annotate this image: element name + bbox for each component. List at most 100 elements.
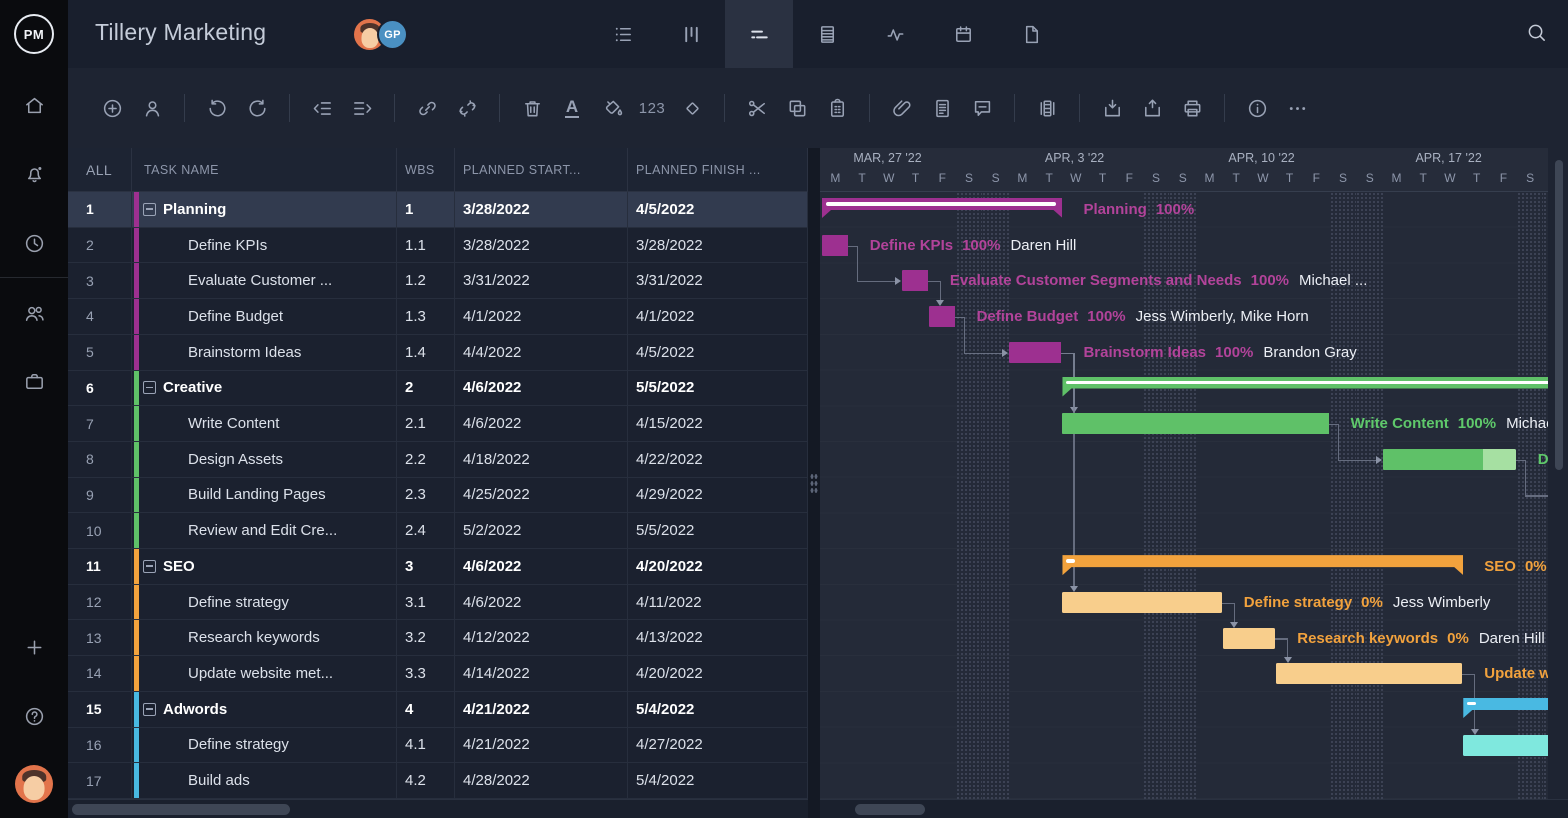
search-icon[interactable] xyxy=(1525,21,1548,49)
planned-start-cell[interactable]: 4/28/2022 xyxy=(455,763,628,798)
link-tasks-button[interactable] xyxy=(407,88,447,128)
help-icon[interactable] xyxy=(0,694,68,738)
column-header-wbs[interactable]: WBS xyxy=(397,148,455,191)
team-icon[interactable] xyxy=(0,291,68,335)
task-name-cell[interactable]: Define Budget xyxy=(132,299,397,334)
task-name-cell[interactable]: Update website met... xyxy=(132,656,397,691)
planned-finish-cell[interactable]: 3/28/2022 xyxy=(628,228,808,263)
redo-button[interactable] xyxy=(237,88,277,128)
planned-finish-cell[interactable]: 3/31/2022 xyxy=(628,263,808,298)
gantt-task-bar[interactable] xyxy=(1463,735,1548,756)
info-button[interactable] xyxy=(1237,88,1277,128)
task-name-cell[interactable]: Define strategy xyxy=(132,728,397,763)
collapse-icon[interactable] xyxy=(143,381,156,394)
numbers-button[interactable]: 123 xyxy=(632,88,672,128)
portfolio-icon[interactable] xyxy=(0,359,68,403)
task-name-cell[interactable]: Research keywords xyxy=(132,620,397,655)
notifications-icon[interactable] xyxy=(0,151,68,195)
planned-start-cell[interactable]: 3/28/2022 xyxy=(455,192,628,227)
print-button[interactable] xyxy=(1172,88,1212,128)
planned-finish-cell[interactable]: 5/5/2022 xyxy=(628,513,808,548)
planned-finish-cell[interactable]: 5/4/2022 xyxy=(628,763,808,798)
home-icon[interactable] xyxy=(0,83,68,127)
gantt-task-bar[interactable] xyxy=(929,306,955,327)
planned-finish-cell[interactable]: 5/5/2022 xyxy=(628,371,808,406)
table-row[interactable]: 8Design Assets2.24/18/20224/22/2022 xyxy=(68,442,808,478)
pane-splitter[interactable] xyxy=(808,148,820,818)
planned-start-cell[interactable]: 4/12/2022 xyxy=(455,620,628,655)
attachment-button[interactable] xyxy=(882,88,922,128)
task-name-cell[interactable]: Creative xyxy=(132,371,397,406)
table-row[interactable]: 4Define Budget1.34/1/20224/1/2022 xyxy=(68,299,808,335)
tab-calendar-view[interactable] xyxy=(929,0,997,68)
planned-start-cell[interactable]: 4/21/2022 xyxy=(455,728,628,763)
planned-finish-cell[interactable]: 4/1/2022 xyxy=(628,299,808,334)
table-row[interactable]: 9Build Landing Pages2.34/25/20224/29/202… xyxy=(68,478,808,514)
gantt-task-bar[interactable] xyxy=(902,270,928,291)
table-row[interactable]: 14Update website met...3.34/14/20224/20/… xyxy=(68,656,808,692)
member-avatar-gp[interactable]: GP xyxy=(377,19,408,50)
task-name-cell[interactable]: Review and Edit Cre... xyxy=(132,513,397,548)
tab-gantt-view[interactable] xyxy=(725,0,793,68)
table-row[interactable]: 1Planning13/28/20224/5/2022 xyxy=(68,192,808,228)
pm-logo[interactable]: PM xyxy=(14,14,54,54)
export-button[interactable] xyxy=(1132,88,1172,128)
table-row[interactable]: 6Creative24/6/20225/5/2022 xyxy=(68,371,808,407)
gantt-task-bar[interactable] xyxy=(1062,592,1221,613)
planned-start-cell[interactable]: 4/6/2022 xyxy=(455,549,628,584)
task-name-cell[interactable]: Define strategy xyxy=(132,585,397,620)
more-button[interactable] xyxy=(1277,88,1317,128)
milestone-button[interactable] xyxy=(672,88,712,128)
text-color-button[interactable]: A xyxy=(552,88,592,128)
cut-button[interactable] xyxy=(737,88,777,128)
task-name-cell[interactable]: Planning xyxy=(132,192,397,227)
task-name-cell[interactable]: Build Landing Pages xyxy=(132,478,397,513)
planned-start-cell[interactable]: 4/6/2022 xyxy=(455,371,628,406)
import-button[interactable] xyxy=(1092,88,1132,128)
gantt-task-bar[interactable] xyxy=(1223,628,1275,649)
planned-start-cell[interactable]: 5/2/2022 xyxy=(455,513,628,548)
planned-start-cell[interactable]: 4/21/2022 xyxy=(455,692,628,727)
table-row[interactable]: 12Define strategy3.14/6/20224/11/2022 xyxy=(68,585,808,621)
planned-finish-cell[interactable]: 4/20/2022 xyxy=(628,549,808,584)
gantt-task-bar[interactable] xyxy=(1062,413,1328,434)
table-row[interactable]: 15Adwords44/21/20225/4/2022 xyxy=(68,692,808,728)
gantt-task-bar[interactable] xyxy=(822,235,848,256)
planned-finish-cell[interactable]: 4/27/2022 xyxy=(628,728,808,763)
planned-start-cell[interactable]: 4/1/2022 xyxy=(455,299,628,334)
task-name-cell[interactable]: Define KPIs xyxy=(132,228,397,263)
planned-finish-cell[interactable]: 4/5/2022 xyxy=(628,192,808,227)
profile-avatar[interactable] xyxy=(15,765,53,803)
delete-button[interactable] xyxy=(512,88,552,128)
gantt-task-bar[interactable] xyxy=(1009,342,1061,363)
indent-button[interactable] xyxy=(342,88,382,128)
tab-board-view[interactable] xyxy=(657,0,725,68)
add-icon[interactable] xyxy=(0,625,68,669)
assign-button[interactable] xyxy=(132,88,172,128)
table-row[interactable]: 2Define KPIs1.13/28/20223/28/2022 xyxy=(68,228,808,264)
gantt-task-bar[interactable] xyxy=(1383,449,1516,470)
time-icon[interactable] xyxy=(0,221,68,265)
task-name-cell[interactable]: Brainstorm Ideas xyxy=(132,335,397,370)
unlink-tasks-button[interactable] xyxy=(447,88,487,128)
table-row[interactable]: 16Define strategy4.14/21/20224/27/2022 xyxy=(68,728,808,764)
table-row[interactable]: 13Research keywords3.24/12/20224/13/2022 xyxy=(68,620,808,656)
planned-finish-cell[interactable]: 4/5/2022 xyxy=(628,335,808,370)
collapse-icon[interactable] xyxy=(143,703,156,716)
member-avatars[interactable]: GP xyxy=(354,19,408,50)
planned-finish-cell[interactable]: 5/4/2022 xyxy=(628,692,808,727)
column-header-task[interactable]: TASK NAME xyxy=(132,148,397,191)
planned-finish-cell[interactable]: 4/11/2022 xyxy=(628,585,808,620)
task-name-cell[interactable]: Write Content xyxy=(132,406,397,441)
undo-button[interactable] xyxy=(197,88,237,128)
tab-activity-view[interactable] xyxy=(861,0,929,68)
collapse-icon[interactable] xyxy=(143,203,156,216)
task-name-cell[interactable]: Design Assets xyxy=(132,442,397,477)
table-row[interactable]: 11SEO34/6/20224/20/2022 xyxy=(68,549,808,585)
copy-button[interactable] xyxy=(777,88,817,128)
tab-list-view[interactable] xyxy=(589,0,657,68)
collapse-icon[interactable] xyxy=(143,560,156,573)
planned-finish-cell[interactable]: 4/22/2022 xyxy=(628,442,808,477)
column-header-finish[interactable]: PLANNED FINISH ... xyxy=(628,148,808,191)
column-header-all[interactable]: ALL xyxy=(68,148,132,191)
